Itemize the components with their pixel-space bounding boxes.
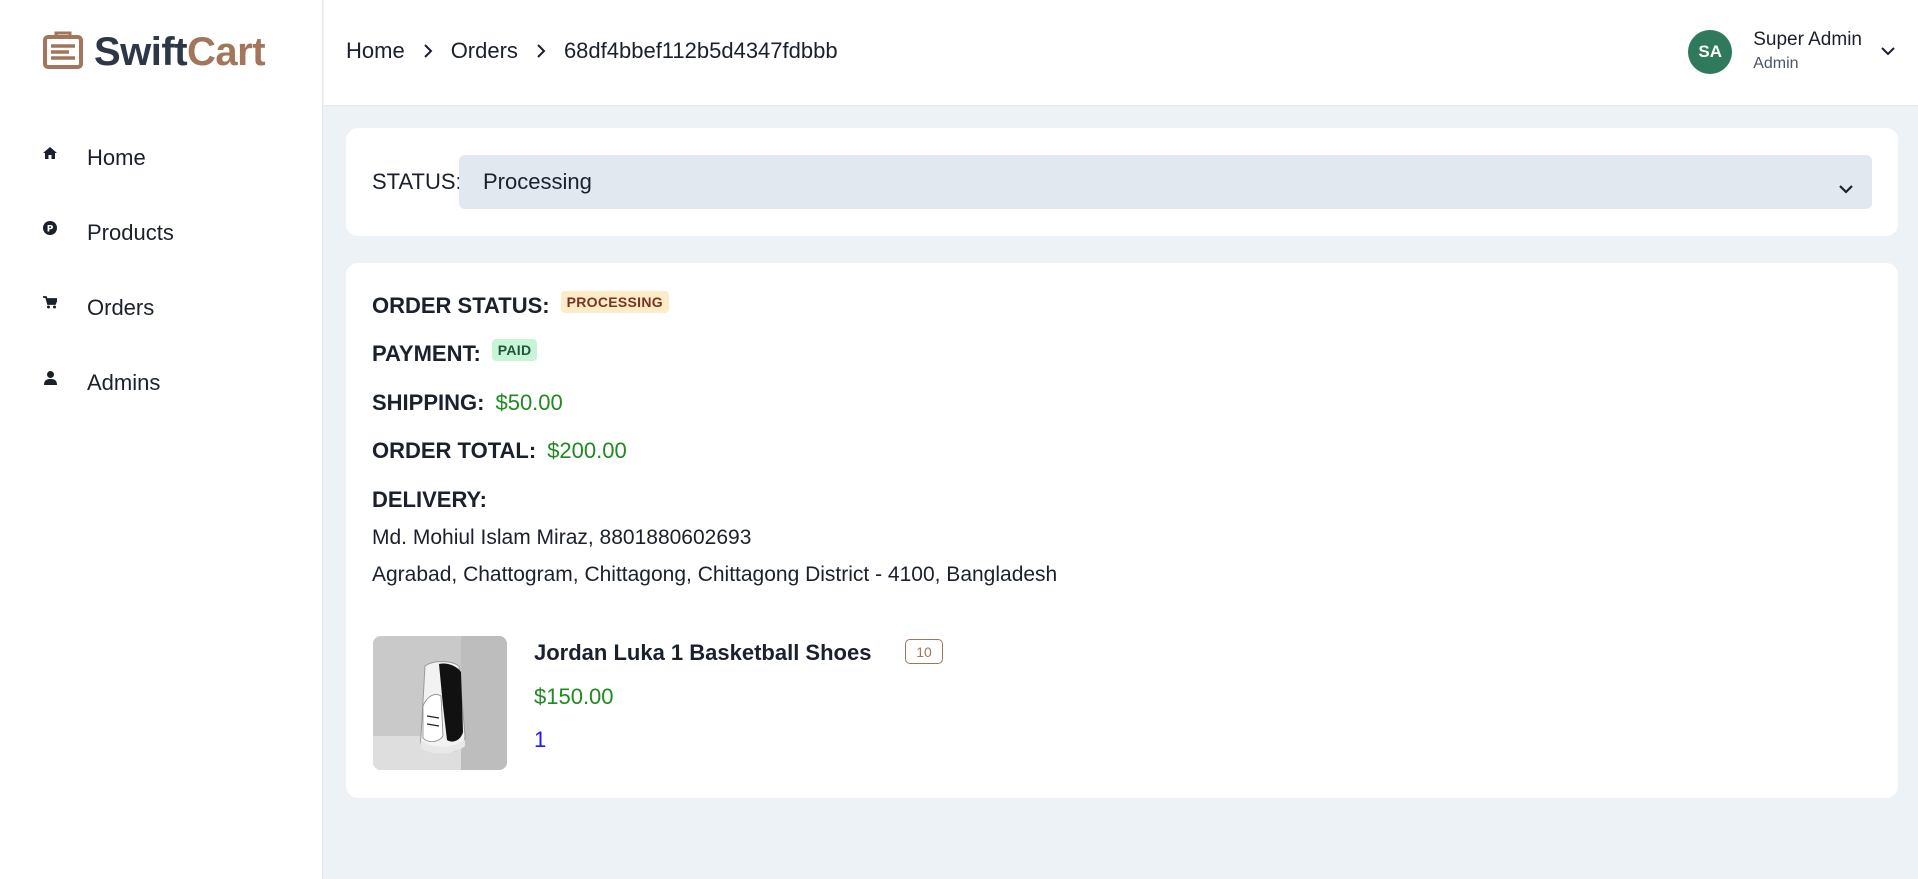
shipping-row: SHIPPING: $50.00 xyxy=(372,390,563,416)
home-icon xyxy=(42,145,58,161)
status-badge: PROCESSING xyxy=(560,291,669,313)
status-card: STATUS: Processing xyxy=(346,128,1898,236)
user-menu[interactable]: SA Super Admin Admin xyxy=(1688,28,1896,76)
status-select[interactable]: Processing xyxy=(459,155,1872,209)
order-total-row: ORDER TOTAL: $200.00 xyxy=(372,438,627,464)
sidebar-item-label: Admins xyxy=(87,369,161,395)
order-total-label: ORDER TOTAL: xyxy=(372,438,537,463)
logo-icon xyxy=(43,31,83,69)
svg-text:P: P xyxy=(47,224,54,234)
chevron-right-icon xyxy=(536,43,546,59)
sidebar-item-label: Products xyxy=(87,219,174,245)
logo[interactable]: SwiftCart xyxy=(42,30,266,74)
chevron-down-icon xyxy=(1880,43,1896,61)
logo-swift: Swift xyxy=(94,30,188,74)
breadcrumb: Home Orders 68df4bbef112b5d4347fdbbb xyxy=(346,38,838,64)
product-quantity: 1 xyxy=(534,727,547,752)
user-info: Super Admin Admin xyxy=(1753,28,1862,76)
breadcrumb-order-id: 68df4bbef112b5d4347fdbbb xyxy=(563,38,838,63)
chevron-down-icon xyxy=(1838,175,1854,201)
sidebar-item-home[interactable]: Home xyxy=(0,120,323,195)
avatar: SA xyxy=(1688,30,1733,74)
status-label: STATUS: xyxy=(372,169,462,194)
delivery-row: DELIVERY: xyxy=(372,487,487,513)
cart-icon xyxy=(42,295,58,311)
user-name: Super Admin xyxy=(1753,29,1862,50)
sidebar-nav: Home P Products Orders Admins xyxy=(0,120,323,420)
logo-text: SwiftCart xyxy=(94,30,266,74)
sidebar-item-admins[interactable]: Admins xyxy=(0,345,323,420)
sidebar: SwiftCart Home P Products Orders Admins xyxy=(0,0,323,879)
order-status-label: ORDER STATUS: xyxy=(372,293,550,318)
status-selected-value: Processing xyxy=(483,169,592,194)
order-total-value: $200.00 xyxy=(547,438,627,463)
shipping-value: $50.00 xyxy=(495,390,563,415)
order-status-row: ORDER STATUS: PROCESSING xyxy=(372,291,669,319)
sidebar-item-products[interactable]: P Products xyxy=(0,195,323,270)
user-icon xyxy=(42,370,58,386)
breadcrumb-home[interactable]: Home xyxy=(346,38,405,64)
logo-cart: Cart xyxy=(187,30,266,74)
top-header: Home Orders 68df4bbef112b5d4347fdbbb SA … xyxy=(324,0,1918,106)
chevron-right-icon xyxy=(423,43,433,59)
order-detail-card: ORDER STATUS: PROCESSING PAYMENT: PAID S… xyxy=(346,263,1898,798)
sidebar-item-label: Orders xyxy=(87,294,155,320)
stock-badge: 10 xyxy=(905,639,943,664)
payment-label: PAYMENT: xyxy=(372,341,481,366)
product-icon: P xyxy=(42,220,58,236)
sidebar-item-label: Home xyxy=(87,144,146,170)
payment-row: PAYMENT: PAID xyxy=(372,339,538,367)
user-role: Admin xyxy=(1753,55,1799,72)
delivery-label: DELIVERY: xyxy=(372,487,487,512)
product-price: $150.00 xyxy=(534,684,614,709)
delivery-address: Agrabad, Chattogram, Chittagong, Chittag… xyxy=(372,563,1058,586)
product-name: Jordan Luka 1 Basketball Shoes xyxy=(534,640,872,665)
breadcrumb-orders[interactable]: Orders xyxy=(451,38,518,64)
sidebar-item-orders[interactable]: Orders xyxy=(0,270,323,345)
payment-badge: PAID xyxy=(491,339,538,361)
product-image xyxy=(373,636,507,770)
shipping-label: SHIPPING: xyxy=(372,390,485,415)
delivery-contact: Md. Mohiul Islam Miraz, 8801880602693 xyxy=(372,526,752,549)
